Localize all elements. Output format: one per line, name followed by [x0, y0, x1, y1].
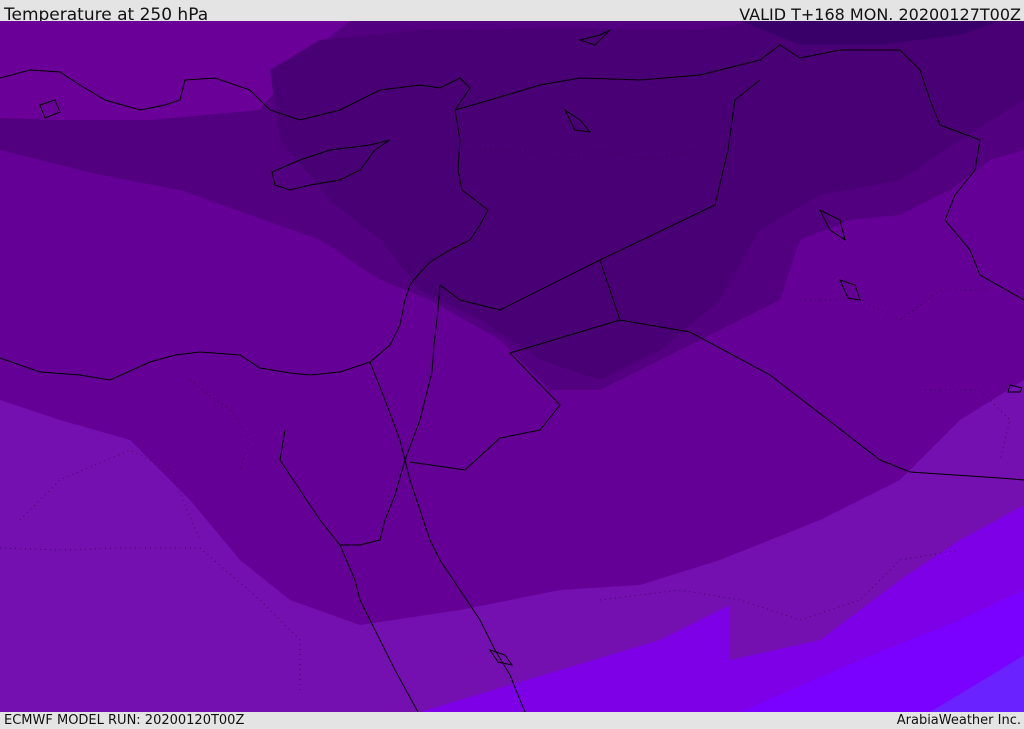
temperature-map	[0, 21, 1024, 712]
map-panel	[0, 21, 1024, 712]
credit-label: ArabiaWeather Inc.	[896, 713, 1021, 728]
header-bar: Temperature at 250 hPa VALID T+168 MON. …	[0, 0, 1024, 25]
footer-bar: ECMWF MODEL RUN: 20200120T00Z ArabiaWeat…	[0, 712, 1024, 729]
model-run-label: ECMWF MODEL RUN: 20200120T00Z	[4, 713, 245, 728]
